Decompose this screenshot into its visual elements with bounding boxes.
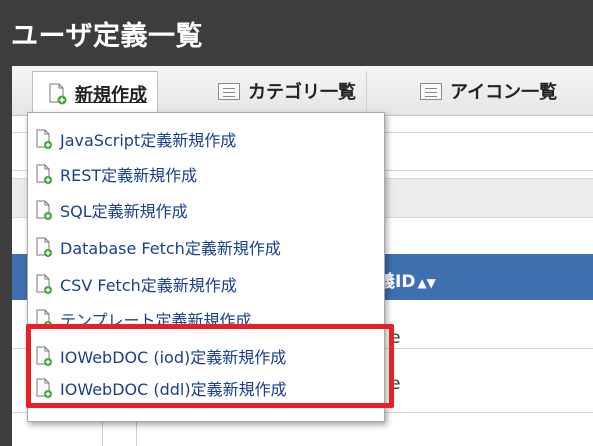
- new-document-icon: [36, 200, 52, 220]
- menu-item-database-fetch[interactable]: Database Fetch定義新規作成: [36, 233, 281, 261]
- menu-item-sql[interactable]: SQL定義新規作成: [36, 196, 188, 224]
- new-button-label: 新規作成: [75, 84, 147, 106]
- new-document-icon: [36, 237, 52, 257]
- new-button[interactable]: 新規作成: [32, 71, 158, 116]
- toolbar: 新規作成 カテゴリ一覧 アイコン一覧: [12, 66, 593, 116]
- menu-item-javascript[interactable]: JavaScript定義新規作成: [36, 125, 236, 153]
- menu-item-label: JavaScript定義新規作成: [60, 131, 237, 150]
- window-frame-left: [0, 66, 12, 446]
- sort-icon[interactable]: ▲▼: [417, 276, 435, 290]
- category-list-button[interactable]: カテゴリ一覧: [202, 71, 367, 111]
- window-titlebar: ユーザ定義一覧: [0, 0, 593, 68]
- page-title: ユーザ定義一覧: [11, 21, 203, 52]
- menu-item-csv-fetch[interactable]: CSV Fetch定義新規作成: [36, 270, 237, 298]
- menu-item-label: REST定義新規作成: [60, 166, 198, 185]
- icon-list-button[interactable]: アイコン一覧: [404, 71, 567, 111]
- menu-item-label: Database Fetch定義新規作成: [60, 239, 281, 258]
- menu-item-label: CSV Fetch定義新規作成: [60, 276, 237, 295]
- new-document-icon: [36, 274, 52, 294]
- icon-list-label: アイコン一覧: [450, 82, 558, 103]
- annotation-highlight-box: [26, 324, 394, 408]
- list-icon: [218, 82, 240, 100]
- new-document-icon: [36, 129, 52, 149]
- id-column-header[interactable]: 義ID ▲▼: [378, 267, 436, 292]
- category-list-label: カテゴリ一覧: [248, 82, 356, 103]
- list-icon: [420, 82, 442, 100]
- menu-item-label: SQL定義新規作成: [60, 202, 188, 221]
- menu-item-rest[interactable]: REST定義新規作成: [36, 160, 197, 188]
- new-document-icon: [36, 164, 52, 184]
- new-document-icon: [49, 83, 67, 105]
